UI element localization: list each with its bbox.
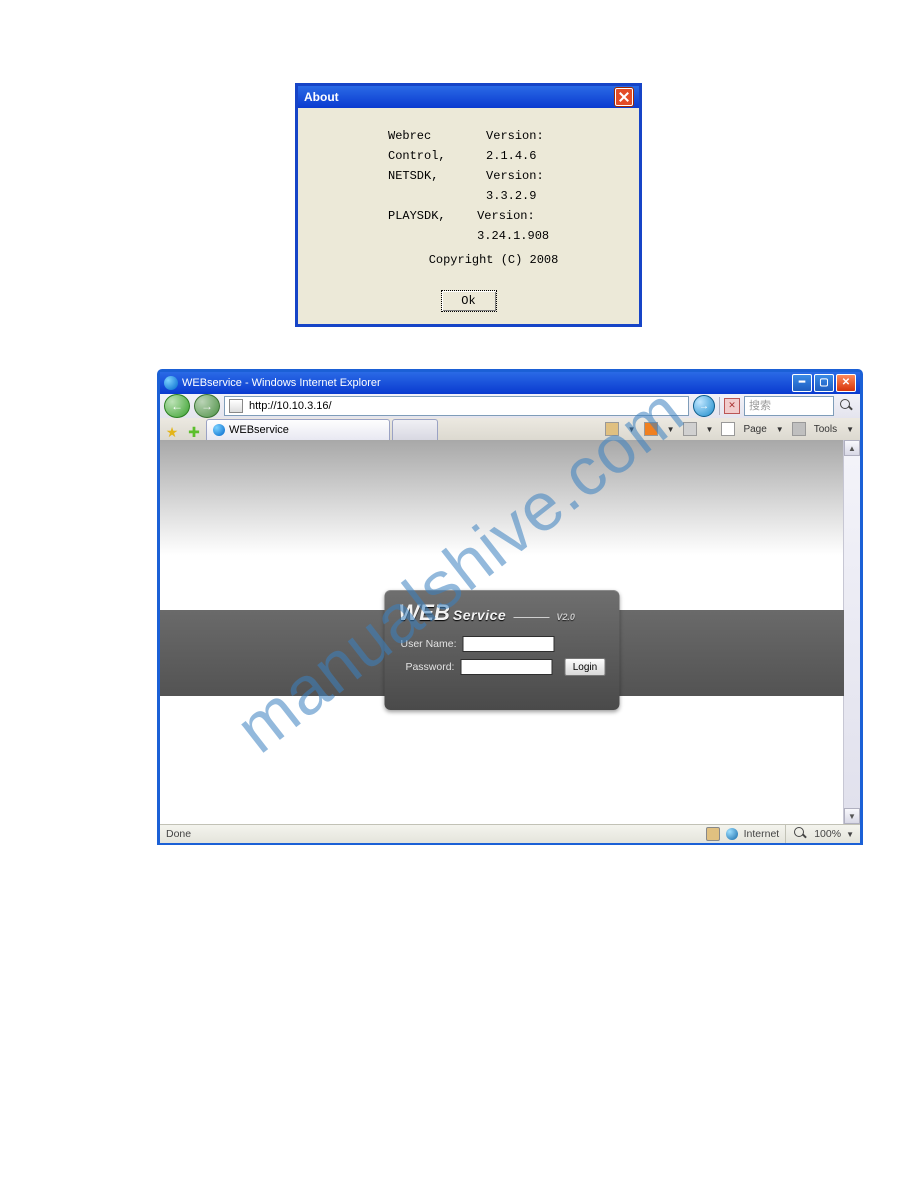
about-title-text: About [304, 86, 339, 108]
about-key: NETSDK, [388, 166, 486, 206]
maximize-button[interactable]: ▢ [814, 374, 834, 392]
scrollbar[interactable]: ▲ ▼ [843, 440, 860, 824]
password-row: Password: Login [399, 658, 606, 676]
chevron-down-icon[interactable]: ▼ [846, 425, 854, 434]
print-icon[interactable] [683, 422, 697, 436]
close-button[interactable]: ✕ [836, 374, 856, 392]
zoom-icon [792, 825, 810, 843]
browser-titlebar: WEBservice - Windows Internet Explorer ━… [160, 372, 860, 394]
internet-icon [726, 828, 738, 840]
zone-label: Internet [744, 828, 780, 840]
zoom-box[interactable]: 100% ▼ [785, 825, 854, 843]
tab-label: WEBservice [229, 424, 289, 436]
scroll-down-button[interactable]: ▼ [844, 808, 860, 824]
status-text: Done [166, 828, 191, 840]
about-row: PLAYSDK, Version: 3.24.1.908 [388, 206, 599, 246]
home-icon[interactable] [605, 422, 619, 436]
chevron-down-icon[interactable]: ▼ [628, 425, 636, 434]
login-version: V2.0 [556, 612, 575, 622]
status-bar: Done Internet 100% ▼ [160, 824, 860, 843]
about-row: NETSDK, Version: 3.3.2.9 [388, 166, 599, 206]
chevron-down-icon[interactable]: ▼ [776, 425, 784, 434]
zoom-level: 100% [814, 828, 841, 840]
close-icon[interactable] [615, 88, 633, 106]
go-button[interactable]: → [693, 395, 715, 417]
about-row: Webrec Control, Version: 2.1.4.6 [388, 126, 599, 166]
url-input[interactable] [247, 399, 684, 413]
page-menu-icon [721, 422, 735, 436]
chevron-down-icon[interactable]: ▼ [667, 425, 675, 434]
login-title: WEB Service V2.0 [399, 600, 606, 626]
login-title-big: WEB [399, 600, 450, 625]
page-viewport: ▲ ▼ WEB Service V2.0 User Name: Password… [160, 440, 860, 824]
divider [513, 617, 549, 618]
forward-button[interactable]: → [194, 394, 220, 418]
search-box[interactable]: 搜索 [744, 396, 834, 416]
ie-icon [164, 376, 178, 390]
password-input[interactable] [460, 659, 552, 675]
login-panel: WEB Service V2.0 User Name: Password: Lo… [385, 590, 620, 710]
back-button[interactable]: ← [164, 394, 190, 418]
ie-icon [213, 424, 225, 436]
login-title-mid: Service [453, 607, 506, 623]
zone-icon [706, 827, 720, 841]
about-value: Version: 2.1.4.6 [486, 126, 599, 166]
command-bar: ▼ ▼ ▼ Page ▼ Tools ▼ [605, 418, 858, 440]
add-favorite-icon[interactable]: ✚ [186, 424, 202, 440]
ok-button[interactable]: Ok [441, 290, 497, 312]
page-icon [229, 399, 243, 413]
about-body: Webrec Control, Version: 2.1.4.6 NETSDK,… [298, 108, 639, 284]
address-right: ✕ 搜索 [719, 396, 856, 416]
username-input[interactable] [463, 636, 555, 652]
page-menu[interactable]: Page [743, 424, 766, 435]
stop-button[interactable]: ✕ [724, 398, 740, 414]
tabs-row: ★ ✚ WEBservice ▼ ▼ ▼ Page ▼ Tools ▼ [160, 418, 860, 440]
username-row: User Name: [399, 636, 606, 652]
about-key: PLAYSDK, [388, 206, 477, 246]
new-tab-button[interactable] [392, 419, 438, 440]
search-icon[interactable] [838, 397, 856, 415]
about-copyright: Copyright (C) 2008 [388, 250, 599, 270]
about-titlebar: About [298, 86, 639, 108]
browser-title-text: WEBservice - Windows Internet Explorer [182, 372, 381, 394]
browser-window: WEBservice - Windows Internet Explorer ━… [158, 370, 862, 844]
about-dialog: About Webrec Control, Version: 2.1.4.6 N… [296, 84, 641, 326]
tools-menu[interactable]: Tools [814, 424, 837, 435]
about-key: Webrec Control, [388, 126, 486, 166]
password-label: Password: [399, 661, 455, 673]
favorites-icon[interactable]: ★ [164, 424, 180, 440]
login-button[interactable]: Login [564, 658, 605, 676]
chevron-down-icon[interactable]: ▼ [706, 425, 714, 434]
about-value: Version: 3.24.1.908 [477, 206, 599, 246]
tools-menu-icon [792, 422, 806, 436]
about-ok-wrap: Ok [298, 284, 639, 324]
address-bar-row: ← → → ✕ 搜索 [160, 394, 860, 418]
scroll-up-button[interactable]: ▲ [844, 440, 860, 456]
chevron-down-icon[interactable]: ▼ [846, 830, 854, 839]
username-label: User Name: [399, 638, 457, 650]
tab-webservice[interactable]: WEBservice [206, 419, 390, 440]
rss-icon[interactable] [644, 422, 658, 436]
minimize-button[interactable]: ━ [792, 374, 812, 392]
address-bar[interactable] [224, 396, 689, 416]
about-value: Version: 3.3.2.9 [486, 166, 599, 206]
